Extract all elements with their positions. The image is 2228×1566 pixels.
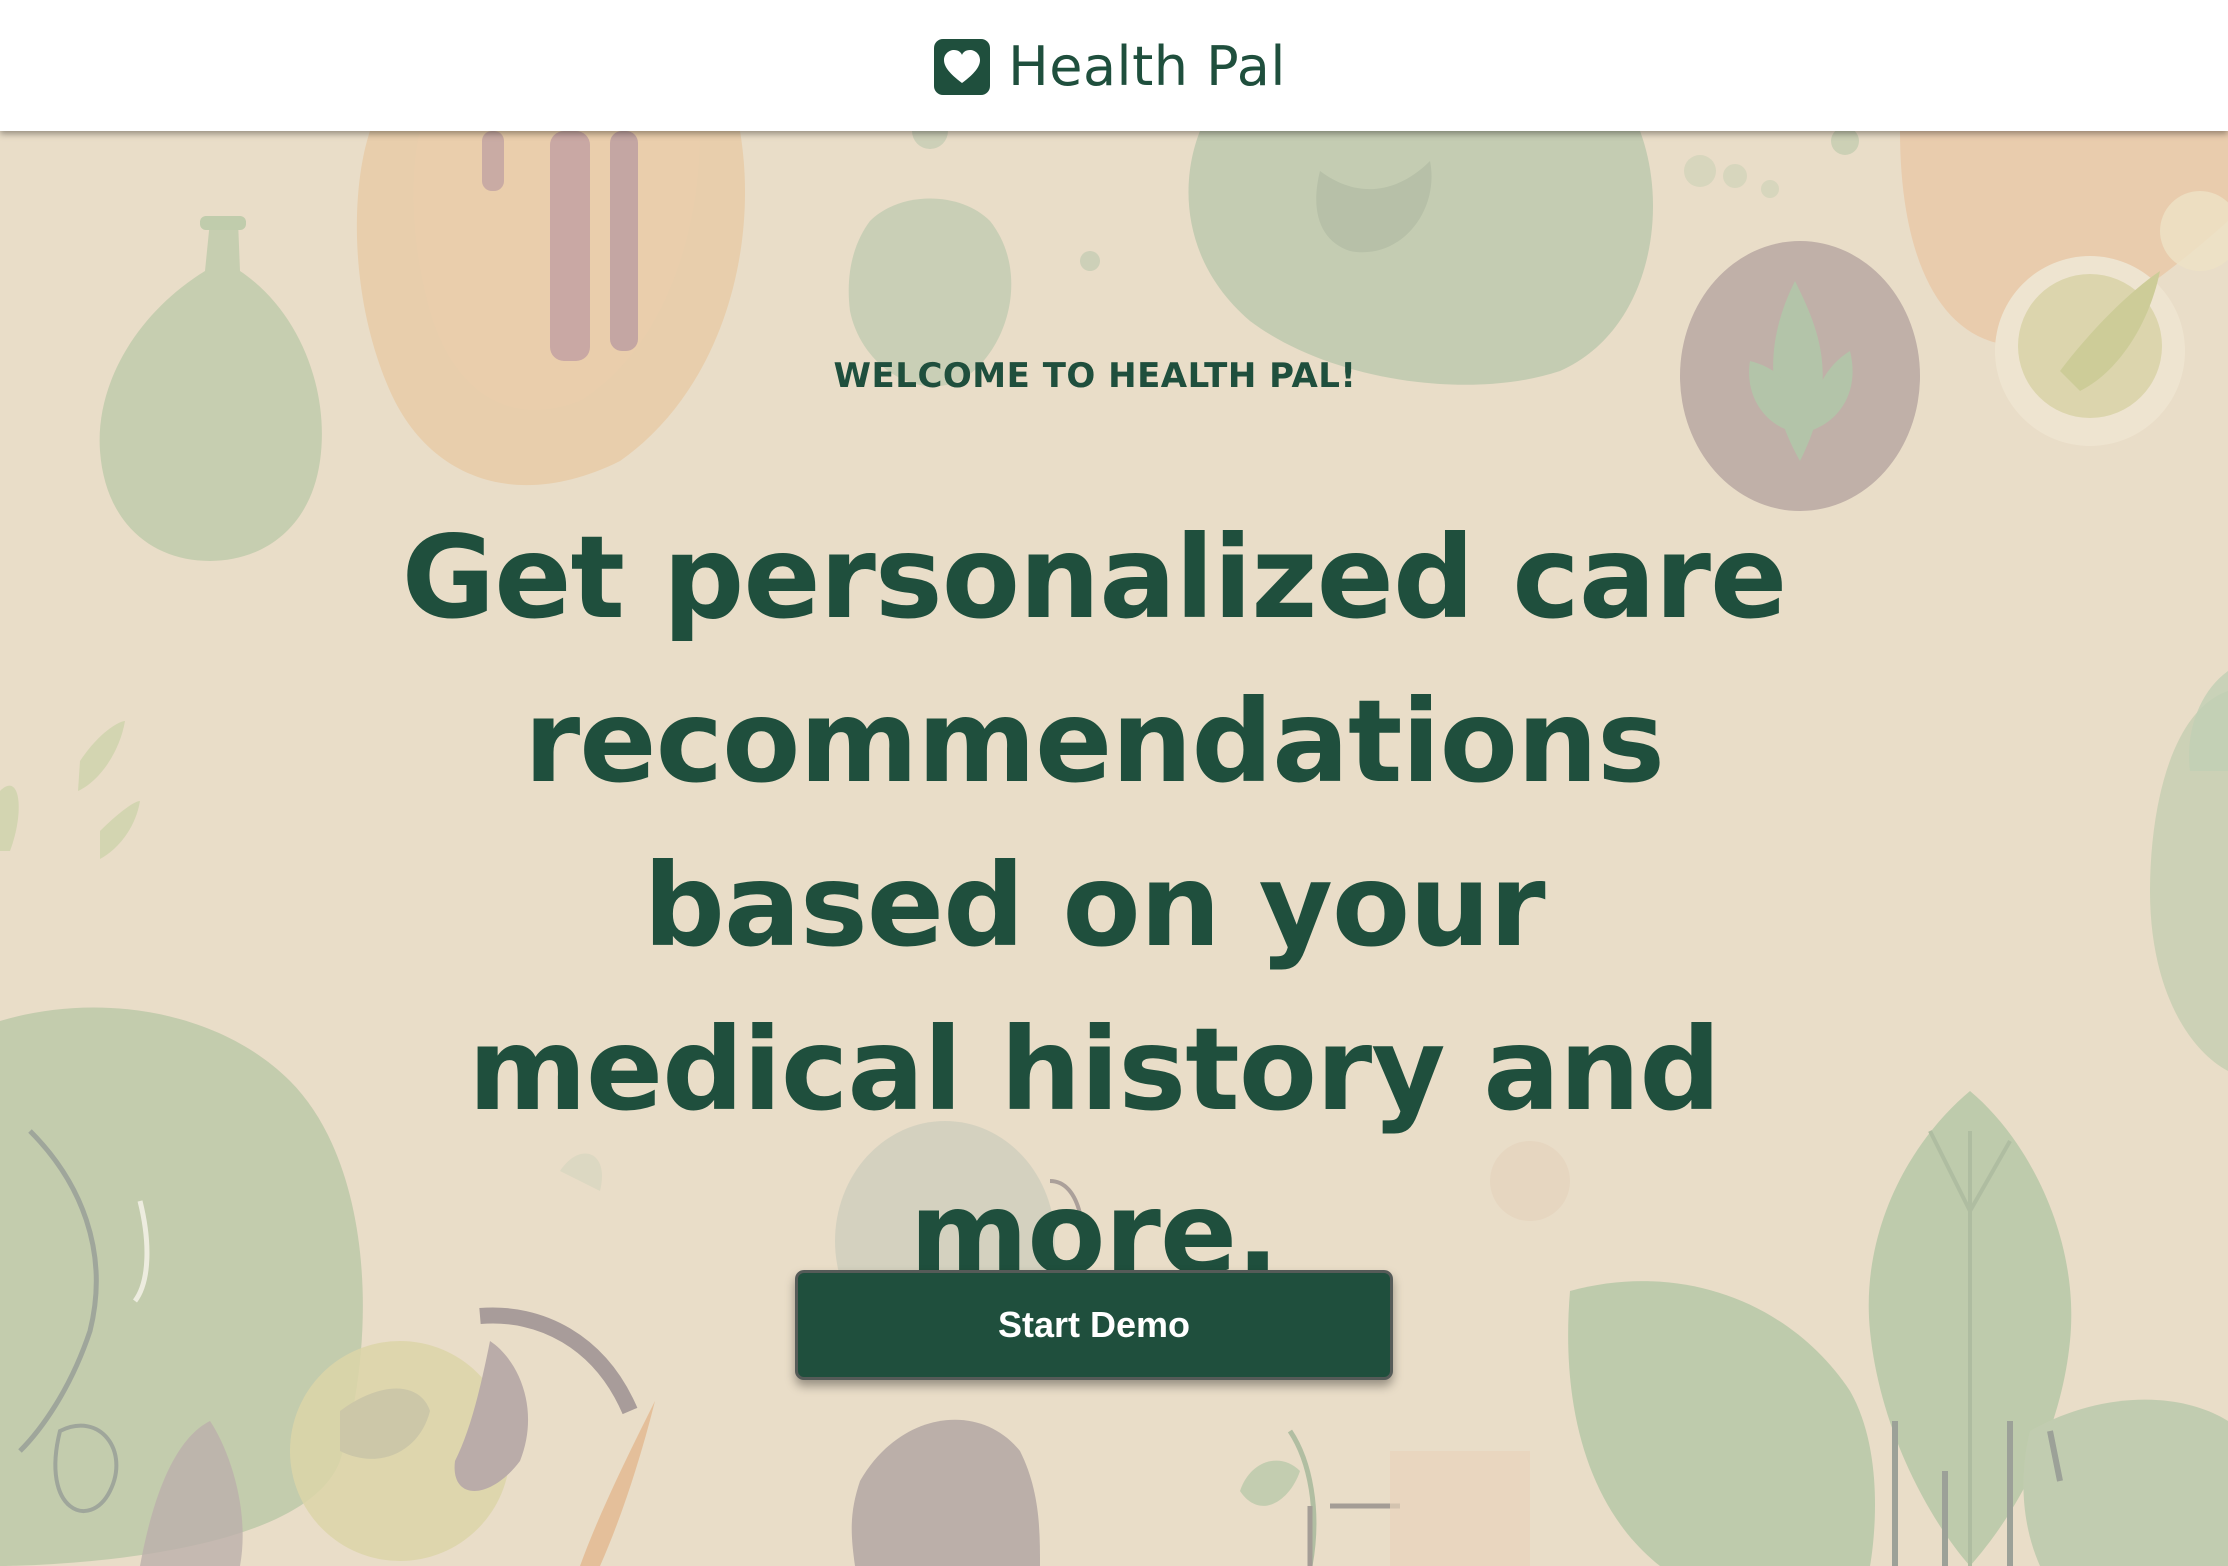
heart-icon bbox=[934, 38, 991, 95]
hero-headline: Get personalized care recommendations ba… bbox=[401, 511, 1788, 1300]
brand-name: Health Pal bbox=[1008, 34, 1286, 98]
landing-page: Health Pal WELCOME TO HEALTH PAL! Get pe… bbox=[0, 0, 2228, 1566]
start-demo-button[interactable]: Start Demo bbox=[795, 1270, 1393, 1380]
brand-logo[interactable]: Health Pal bbox=[934, 34, 1286, 98]
hero-content: WELCOME TO HEALTH PAL! Get personalized … bbox=[0, 131, 2228, 1566]
hero-section: WELCOME TO HEALTH PAL! Get personalized … bbox=[0, 131, 2228, 1566]
top-header: Health Pal bbox=[0, 0, 2228, 131]
welcome-eyebrow: WELCOME TO HEALTH PAL! bbox=[833, 356, 1357, 396]
